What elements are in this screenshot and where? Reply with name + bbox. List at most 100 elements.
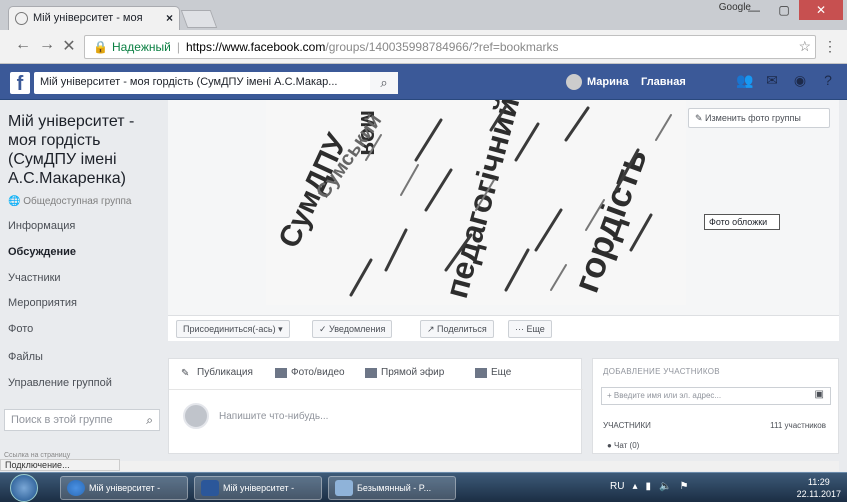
sidebar-item-files[interactable]: Файлы <box>8 351 164 363</box>
browser-tab[interactable]: Мій університет - моя × <box>8 6 180 30</box>
taskbar-item-label: Мій університет - <box>223 483 295 493</box>
start-button[interactable] <box>10 474 38 502</box>
profile-link[interactable]: Марина <box>566 74 629 90</box>
sidebar-item-manage-group[interactable]: Управление группой <box>8 377 164 389</box>
clock-time: 11:29 <box>807 477 830 487</box>
globe-notifications-icon[interactable]: ◉ <box>792 72 808 89</box>
minimize-icon[interactable]: — <box>739 0 769 20</box>
tab-live-video-label: Прямой эфир <box>381 367 445 378</box>
avatar <box>566 74 582 90</box>
members-label: УЧАСТНИКИ <box>603 421 651 430</box>
language-icon[interactable]: RU <box>610 481 624 492</box>
friends-icon[interactable]: 👥 <box>736 72 753 89</box>
url-path: /groups/1400359987849​66/?ref=bookmarks <box>325 40 559 54</box>
chrome-icon <box>67 480 85 496</box>
cover-wordcloud-image: СумДПУ моя гордість педагогічний Сумськи… <box>266 100 686 305</box>
taskbar-item-paint[interactable]: Безымянный - P... <box>328 476 456 500</box>
composer-input[interactable]: Напишите что-нибудь... <box>219 411 328 422</box>
window-close-icon[interactable]: ✕ <box>799 0 843 20</box>
back-arrow-icon[interactable]: ← <box>12 36 34 54</box>
tab-more[interactable]: Еще <box>475 367 511 378</box>
messages-icon[interactable]: ✉ <box>764 72 780 89</box>
more-button[interactable]: ··· Еще <box>508 320 552 338</box>
sidebar-item-events[interactable]: Мероприятия <box>8 297 164 309</box>
clock-date: 22.11.2017 <box>796 489 841 499</box>
stop-icon[interactable]: ✕ <box>58 36 80 56</box>
tab-live-video[interactable]: Прямой эфир <box>365 367 444 378</box>
tab-photo-video[interactable]: Фото/видео <box>275 367 345 378</box>
pencil-icon: ✎ <box>181 367 190 379</box>
new-tab-button[interactable] <box>180 10 218 28</box>
group-search-input[interactable]: Поиск в этой группе ⌕ <box>4 409 160 431</box>
group-sidebar: Мій університет - моя гордість (СумДПУ і… <box>0 100 168 460</box>
header-icons: 👥 ✉ ◉ ? <box>736 72 836 89</box>
group-search-placeholder: Поиск в этой группе <box>11 414 113 426</box>
windows-taskbar: Мій університет - Мій університет - Безы… <box>0 472 847 502</box>
globe-icon <box>15 12 28 25</box>
address-bar[interactable]: 🔒 Надежный | https://www.facebook.com/group… <box>84 35 816 59</box>
avatar <box>183 403 209 429</box>
browser-tabstrip: Мій університет - моя × Google — ▢ ✕ <box>0 0 847 30</box>
taskbar-item-word[interactable]: Мій університет - <box>194 476 322 500</box>
taskbar-clock[interactable]: 11:29 22.11.2017 <box>797 476 841 500</box>
composer-divider <box>169 389 583 390</box>
help-icon[interactable]: ? <box>820 72 836 89</box>
tray-arrow-icon[interactable]: ▴ <box>632 481 637 492</box>
bookmark-star-icon[interactable]: ☆ <box>798 38 811 55</box>
lock-icon: 🔒 <box>93 40 108 54</box>
taskbar-item-label: Мій університет - <box>89 483 161 493</box>
status-hint: Ссылка на страницу <box>4 452 71 459</box>
group-action-bar: Присоединиться(-ась) ▾ ✓ Уведомления ↗ П… <box>168 315 839 341</box>
browser-menu-icon[interactable]: ⋮ <box>823 38 837 55</box>
url-separator: | <box>176 40 180 54</box>
group-name[interactable]: Мій університет - моя гордість (СумДПУ і… <box>8 112 164 188</box>
tab-post[interactable]: ✎ Публикация <box>181 367 253 379</box>
sidebar-item-discussion[interactable]: Обсуждение <box>8 246 164 258</box>
status-bar: Подключение... <box>0 459 120 471</box>
browser-toolbar: ← → ✕ 🔒 Надежный | https://www.facebook.com… <box>0 30 847 64</box>
tab-close-icon[interactable]: × <box>166 11 173 25</box>
grid-icon <box>475 367 487 378</box>
home-link[interactable]: Главная <box>641 76 686 88</box>
change-cover-button[interactable]: ✎ Изменить фото группы <box>688 108 830 128</box>
taskbar-item-chrome[interactable]: Мій університет - <box>60 476 188 500</box>
horizontal-scrollbar[interactable] <box>120 461 839 471</box>
window-controls: — ▢ ✕ <box>739 0 843 22</box>
volume-icon[interactable]: 🔈 <box>659 481 671 492</box>
facebook-logo[interactable]: f <box>10 72 30 95</box>
flag-icon[interactable]: ⚑ <box>679 481 688 492</box>
word-icon <box>201 480 219 496</box>
tab-more-label: Еще <box>491 367 512 378</box>
cover-tooltip: Фото обложки <box>704 214 780 230</box>
search-icon[interactable]: ⌕ <box>370 72 398 94</box>
network-icon[interactable]: ▮ <box>645 481 651 492</box>
search-icon[interactable]: ⌕ <box>146 413 153 428</box>
facebook-search-input[interactable]: Мій університет - моя гордість (СумДПУ і… <box>34 72 398 94</box>
tab-post-label: Публикация <box>197 367 253 378</box>
joined-button[interactable]: Присоединиться(-ась) ▾ <box>176 320 290 338</box>
sidebar-item-info[interactable]: Информация <box>8 220 164 232</box>
cover-photo[interactable]: СумДПУ моя гордість педагогічний Сумськи… <box>168 100 839 315</box>
chat-link[interactable]: ● Чат (0) <box>607 441 639 450</box>
change-cover-label: Изменить фото группы <box>705 113 801 123</box>
security-label: Надежный <box>111 40 171 54</box>
system-tray: RU ▴ ▮ 🔈 ⚑ <box>610 481 688 492</box>
contacts-icon[interactable]: ▣ <box>815 389 824 400</box>
maximize-icon[interactable]: ▢ <box>769 0 799 20</box>
group-privacy-label: Общедоступная группа <box>23 196 132 207</box>
url-host: https://www.facebook.com <box>185 40 326 54</box>
notifications-button[interactable]: ✓ Уведомления <box>312 320 393 338</box>
sidebar-item-members[interactable]: Участники <box>8 272 164 284</box>
add-members-panel: ДОБАВЛЕНИЕ УЧАСТНИКОВ + Введите имя или … <box>592 358 839 454</box>
photo-icon <box>275 367 287 378</box>
forward-arrow-icon[interactable]: → <box>36 36 58 54</box>
post-composer: ✎ Публикация Фото/видео Прямой эфир Еще Н… <box>168 358 583 454</box>
members-count[interactable]: 111 участников <box>770 421 826 430</box>
tab-title: Мій університет - моя <box>33 12 143 24</box>
add-members-input[interactable]: + Введите имя или эл. адрес... <box>601 387 831 405</box>
facebook-header: f Мій університет - моя гордість (СумДПУ… <box>0 64 847 100</box>
live-video-icon <box>365 367 377 378</box>
sidebar-item-photos[interactable]: Фото <box>8 323 164 335</box>
share-button[interactable]: ↗ Поделиться <box>420 320 494 338</box>
taskbar-item-label: Безымянный - P... <box>357 483 432 493</box>
